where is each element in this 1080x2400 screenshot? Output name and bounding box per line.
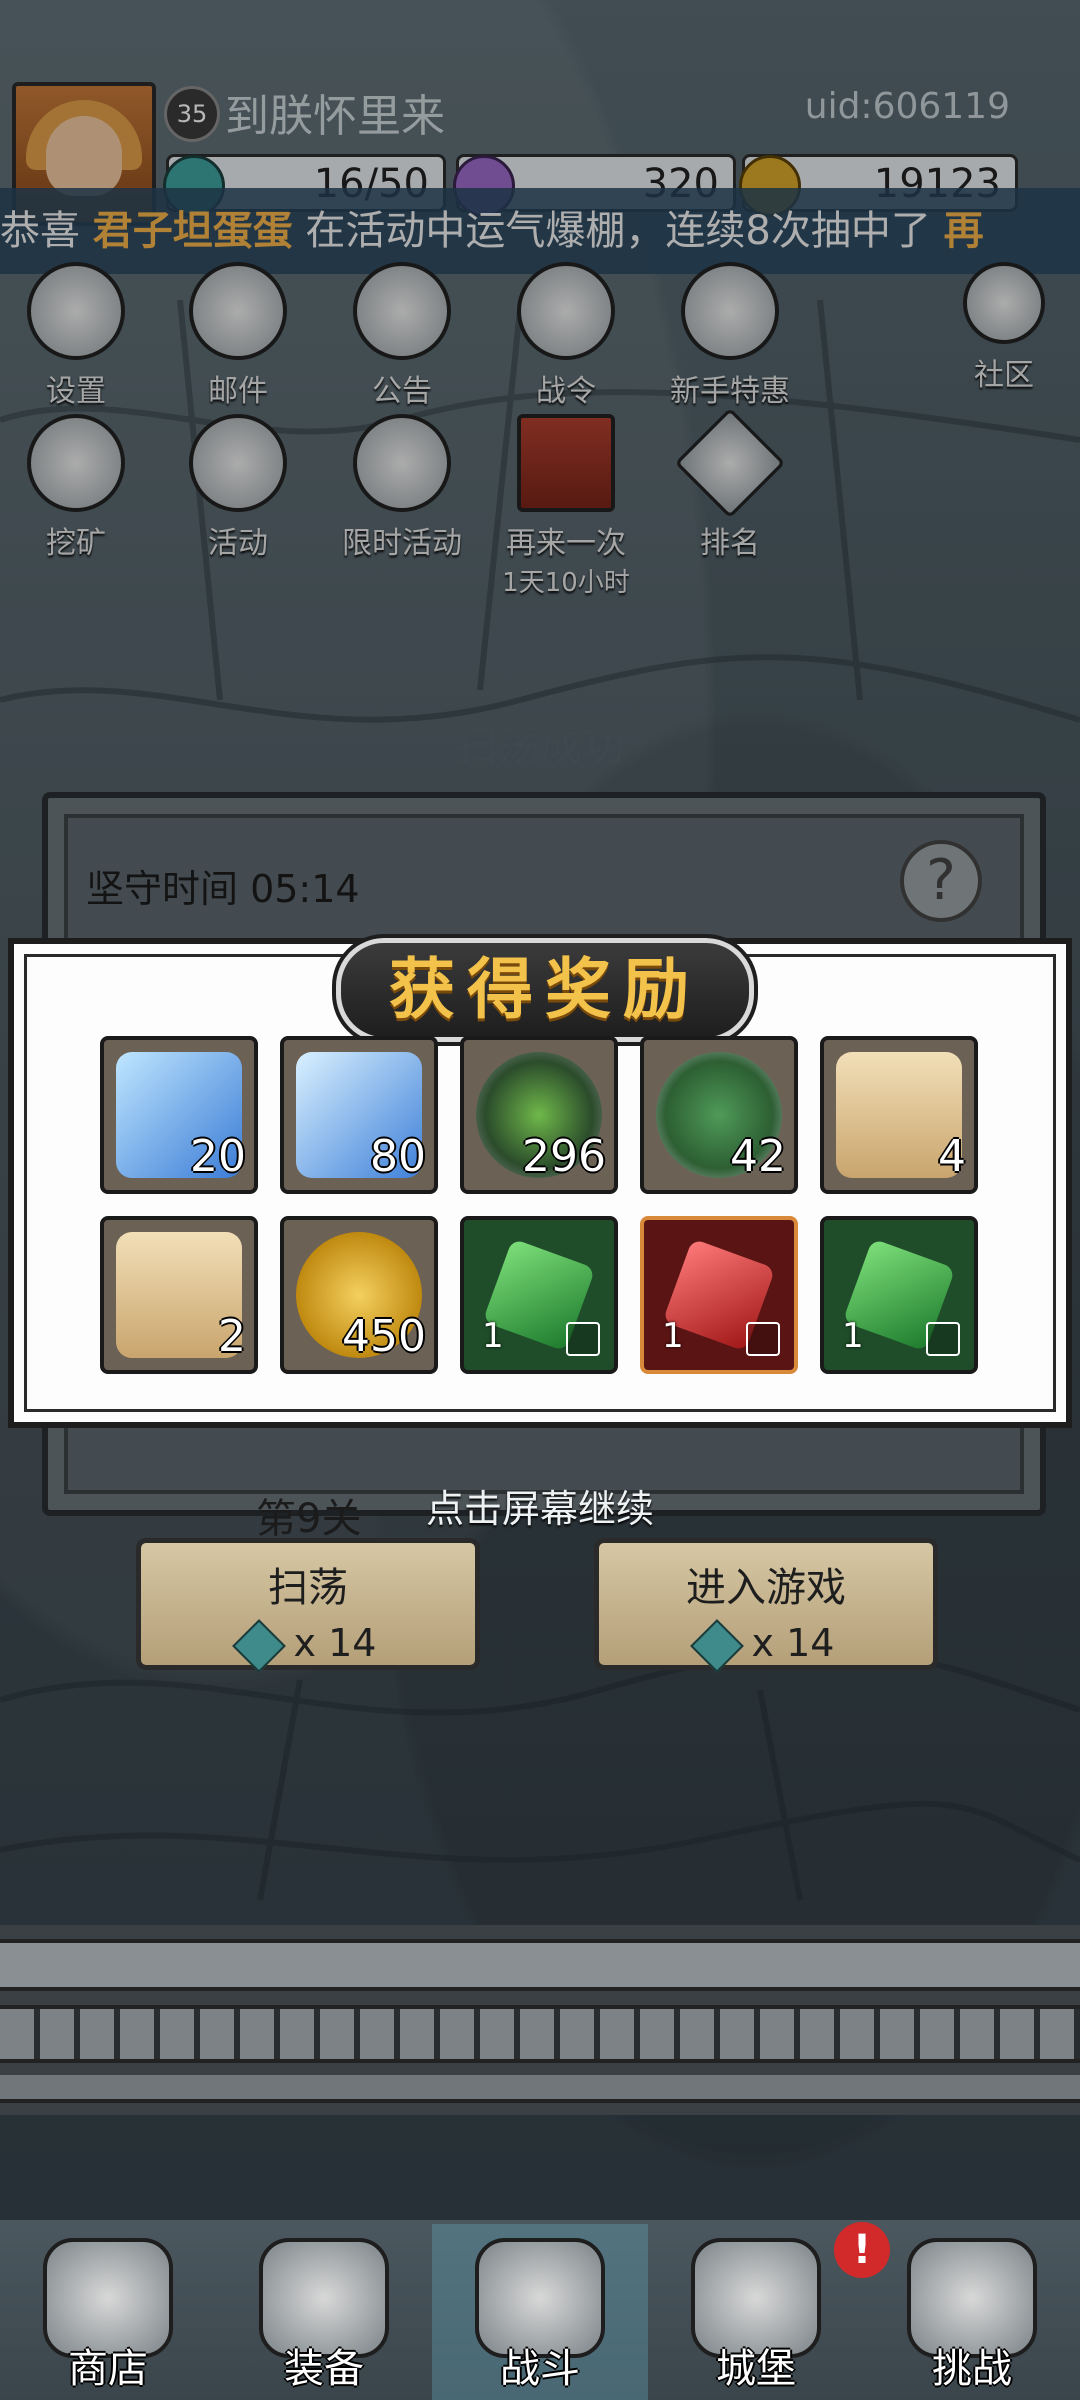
- rail-bottom: [0, 2075, 1080, 2103]
- rail-strip: [0, 1925, 1080, 2115]
- reward-item[interactable]: 2: [100, 1216, 258, 1374]
- reward-item[interactable]: 20: [100, 1036, 258, 1194]
- reward-item[interactable]: 296: [460, 1036, 618, 1194]
- tab-battle[interactable]: 战斗: [432, 2224, 648, 2400]
- helmet-slot-icon: [746, 1322, 780, 1356]
- boot-slot-icon: [566, 1322, 600, 1356]
- reward-count: 80: [370, 1131, 426, 1182]
- tab-shop[interactable]: 商店: [0, 2224, 216, 2400]
- tab-equipment[interactable]: 装备: [216, 2224, 432, 2400]
- notification-badge: !: [834, 2222, 890, 2278]
- reward-item[interactable]: 1: [820, 1216, 978, 1374]
- enter-game-button[interactable]: 进入游戏 x 14: [594, 1538, 938, 1673]
- sweep-button-label: 扫荡: [268, 1565, 348, 1611]
- tab-castle[interactable]: 城堡: [648, 2224, 864, 2400]
- sweep-cost: x 14: [293, 1621, 377, 1665]
- reward-title: 获得奖励: [332, 934, 758, 1046]
- reward-count: 1: [662, 1316, 684, 1356]
- tab-battle-label: 战斗: [500, 2346, 580, 2392]
- tab-equipment-label: 装备: [284, 2346, 364, 2392]
- energy-icon: [689, 1618, 744, 1673]
- tab-castle-label: 城堡: [716, 2346, 796, 2392]
- rail-top: [0, 1939, 1080, 1991]
- reward-item[interactable]: 450: [280, 1216, 438, 1374]
- tap-to-continue: 点击屏幕继续: [425, 1487, 654, 1531]
- reward-count: 450: [342, 1311, 426, 1362]
- reward-count: 4: [938, 1131, 966, 1182]
- tab-challenge[interactable]: 挑战: [864, 2224, 1080, 2400]
- reward-item[interactable]: 42: [640, 1036, 798, 1194]
- reward-count: 20: [190, 1131, 246, 1182]
- reward-item[interactable]: 1: [460, 1216, 618, 1374]
- enter-game-label: 进入游戏: [686, 1565, 846, 1611]
- ring-slot-icon: [926, 1322, 960, 1356]
- energy-icon: [231, 1618, 286, 1673]
- enter-game-cost: x 14: [751, 1621, 835, 1665]
- reward-count: 1: [482, 1316, 504, 1356]
- reward-item[interactable]: 1: [640, 1216, 798, 1374]
- sweep-button[interactable]: 扫荡 x 14: [136, 1538, 480, 1673]
- reward-count: 2: [218, 1311, 246, 1362]
- reward-count: 42: [730, 1131, 786, 1182]
- rail-middle: [0, 2005, 1080, 2063]
- tab-shop-label: 商店: [68, 2346, 148, 2392]
- reward-item[interactable]: 80: [280, 1036, 438, 1194]
- tab-challenge-label: 挑战: [932, 2346, 1012, 2392]
- reward-count: 1: [842, 1316, 864, 1356]
- reward-count: 296: [522, 1131, 606, 1182]
- reward-item[interactable]: 4: [820, 1036, 978, 1194]
